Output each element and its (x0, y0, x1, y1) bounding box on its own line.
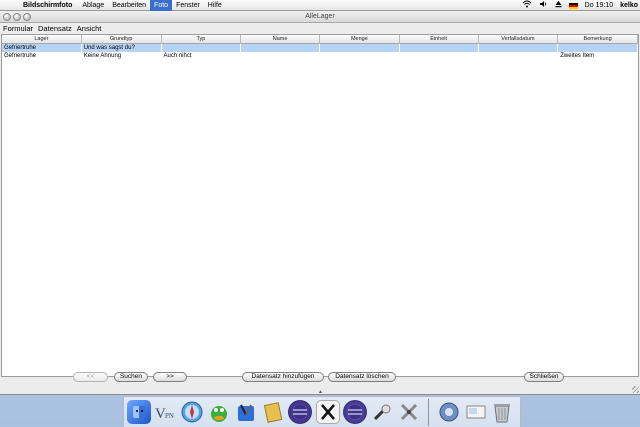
table-row[interactable]: Gefriertruhe Und was sagst du? (2, 44, 638, 52)
preferences-icon[interactable] (437, 400, 461, 424)
menu-datensatz[interactable]: Datensatz (35, 24, 74, 34)
column-header-name[interactable]: Name (241, 35, 320, 44)
column-header-grundtyp[interactable]: Grundtyp (82, 35, 162, 44)
menu-ansicht[interactable]: Ansicht (74, 24, 104, 34)
tools-icon[interactable] (397, 400, 421, 424)
resize-grip-icon[interactable] (632, 386, 639, 393)
menu-clock[interactable]: Do 19:10 (585, 0, 613, 11)
menu-bar: Bildschirmfoto Ablage Bearbeiten Foto Fe… (0, 0, 640, 11)
trash-icon[interactable] (490, 400, 514, 424)
menu-app-name[interactable]: Bildschirmfoto (20, 0, 78, 11)
finder-icon[interactable] (127, 400, 151, 424)
column-header-typ[interactable]: Typ (162, 35, 242, 44)
script-icon[interactable] (261, 400, 285, 424)
eclipse-icon[interactable] (343, 400, 367, 424)
table-cell[interactable] (241, 52, 320, 60)
adium-icon[interactable] (207, 400, 231, 424)
column-header-einheit[interactable]: Einheit (400, 35, 479, 44)
window-menu-bar: Formular Datensatz Ansicht (0, 24, 640, 34)
search-button[interactable]: Suchen (114, 372, 148, 382)
vpn-icon[interactable]: V PN (153, 400, 177, 424)
splitter-handle-icon[interactable]: ▲ (318, 389, 323, 395)
menu-foto[interactable]: Foto (150, 0, 173, 11)
dock-separator (428, 399, 429, 426)
table-cell[interactable]: Gefriertruhe (2, 44, 82, 52)
add-record-button[interactable]: Datensatz hinzufügen (242, 372, 324, 382)
xcode-icon[interactable] (234, 400, 258, 424)
table-cell[interactable] (320, 52, 400, 60)
menu-bearbeiten[interactable]: Bearbeiten (108, 0, 150, 11)
records-table[interactable]: Lager Grundtyp Typ Name Menge Einheit Ve… (1, 34, 639, 377)
table-cell[interactable]: Auch nihct (162, 52, 242, 60)
safari-icon[interactable] (180, 400, 204, 424)
table-cell[interactable] (479, 44, 559, 52)
x11-icon[interactable] (316, 400, 340, 424)
menu-formular[interactable]: Formular (0, 24, 35, 34)
screenshot-icon[interactable] (464, 400, 488, 424)
app-window: AlleLager Formular Datensatz Ansicht Lag… (0, 11, 640, 395)
eclipse-icon[interactable] (288, 400, 312, 424)
previous-record-button[interactable]: << (73, 372, 108, 382)
table-cell[interactable]: Und was sagst du? (82, 44, 162, 52)
window-title: AlleLager (305, 13, 335, 20)
german-flag-icon[interactable] (568, 2, 578, 9)
column-header-menge[interactable]: Menge (320, 35, 400, 44)
wifi-icon[interactable] (522, 0, 532, 12)
table-cell[interactable]: Zweites Item (558, 52, 638, 60)
table-header: Lager Grundtyp Typ Name Menge Einheit Ve… (2, 35, 638, 44)
svg-text:PN: PN (165, 412, 174, 420)
next-record-button[interactable]: >> (153, 372, 187, 382)
menu-extras: Do 19:10 kelko (522, 0, 638, 11)
column-header-lager[interactable]: Lager (2, 35, 82, 44)
close-button[interactable]: Schließen (524, 372, 564, 382)
table-cell[interactable] (400, 44, 479, 52)
eject-icon[interactable] (555, 0, 562, 12)
pen-icon[interactable] (370, 400, 394, 424)
column-header-verfallsdatum[interactable]: Verfallsdatum (479, 35, 559, 44)
menu-hilfe[interactable]: Hilfe (204, 0, 226, 11)
delete-record-button[interactable]: Datensatz löschen (328, 372, 396, 382)
table-cell[interactable] (479, 52, 559, 60)
table-cell[interactable] (320, 44, 400, 52)
window-titlebar[interactable]: AlleLager (0, 11, 640, 23)
dock: V PN (123, 396, 521, 427)
menu-ablage[interactable]: Ablage (78, 0, 108, 11)
table-cell[interactable] (162, 44, 242, 52)
table-cell[interactable] (558, 44, 638, 52)
volume-icon[interactable] (539, 0, 548, 12)
menu-user[interactable]: kelko (620, 0, 638, 11)
menu-fenster[interactable]: Fenster (172, 0, 204, 11)
table-cell[interactable]: Gefriertruhe (2, 52, 82, 60)
table-cell[interactable] (400, 52, 479, 60)
table-row[interactable]: Gefriertruhe Keine Ahnung Auch nihct Zwe… (2, 52, 638, 60)
table-cell[interactable] (241, 44, 320, 52)
column-header-bemerkung[interactable]: Bemerkung (558, 35, 638, 44)
table-cell[interactable]: Keine Ahnung (82, 52, 162, 60)
